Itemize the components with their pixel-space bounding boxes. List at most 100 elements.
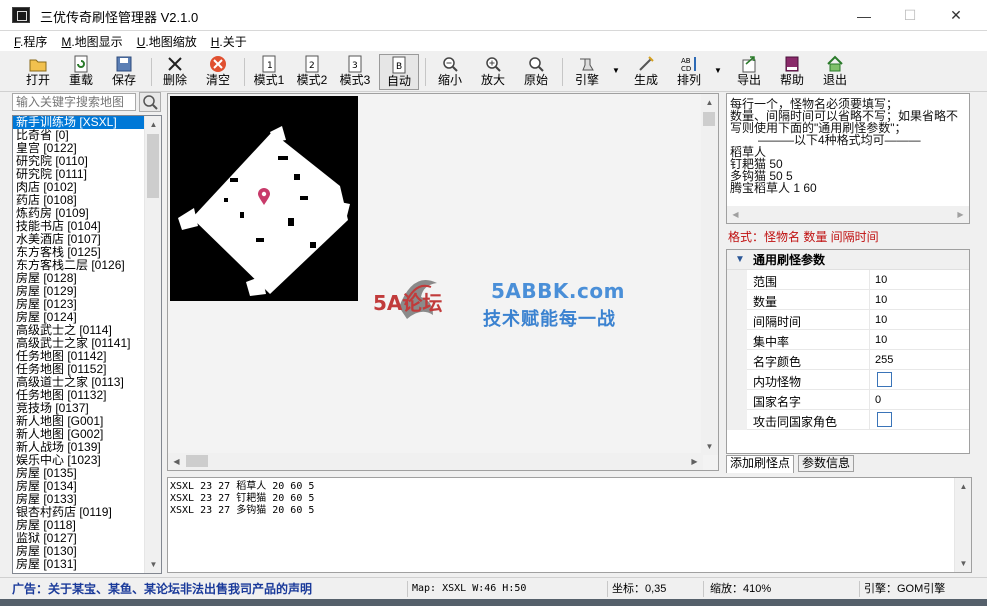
map-hscroll-thumb[interactable]	[186, 455, 208, 467]
map-list-item[interactable]: 肉店 [0102]	[13, 181, 146, 194]
map-list-item[interactable]: 药店 [0108]	[13, 194, 146, 207]
menu-program[interactable]: F.程序	[14, 33, 47, 50]
map-list-item[interactable]: 房屋 [0118]	[13, 519, 146, 532]
map-list-item[interactable]: 水美酒店 [0107]	[13, 233, 146, 246]
notes-scroll-right-icon[interactable]: ▶	[952, 206, 969, 223]
map-vscroll-thumb[interactable]	[703, 112, 715, 126]
search-button[interactable]	[139, 92, 161, 112]
notes-scroll-left-icon[interactable]: ◀	[727, 206, 744, 223]
menu-map-display[interactable]: M.地图显示	[61, 33, 122, 50]
zoom-out-button[interactable]: 缩小	[430, 54, 470, 90]
engine-dropdown-icon[interactable]: ▼	[612, 66, 622, 76]
map-list-item[interactable]: 高级武士之 [0114]	[13, 324, 146, 337]
map-list-item[interactable]: 任务地图 [01132]	[13, 389, 146, 402]
spawn-params-grid[interactable]: ▼ 通用刷怪参数 范围 10 数量 10 间隔时间 10 集中率 10 名字颜色 255 内功怪物国…	[726, 249, 970, 454]
param-checkbox[interactable]	[877, 372, 892, 387]
exit-button[interactable]: 退出	[815, 54, 855, 90]
collapse-chevron-icon[interactable]: ▼	[735, 250, 745, 270]
map-vertical-scrollbar[interactable]: ▲ ▼	[701, 94, 718, 455]
map-list-item[interactable]: 比奇省 [0]	[13, 129, 146, 142]
map-scroll-right-icon[interactable]: ▶	[686, 453, 703, 470]
param-row[interactable]: 数量 10	[727, 290, 969, 310]
open-button[interactable]: 打开	[18, 54, 58, 90]
param-checkbox[interactable]	[877, 412, 892, 427]
param-row[interactable]: 范围 10	[727, 270, 969, 290]
map-list-item[interactable]: 任务地图 [01142]	[13, 350, 146, 363]
map-list-item[interactable]: 房屋 [0130]	[13, 545, 146, 558]
map-scroll-up-icon[interactable]: ▲	[701, 94, 718, 111]
save-button[interactable]: 保存	[104, 54, 144, 90]
map-list-item[interactable]: 娱乐中心 [1023]	[13, 454, 146, 467]
map-list-item[interactable]: 新人地图 [G002]	[13, 428, 146, 441]
reload-button[interactable]: 重载	[61, 54, 101, 90]
mode2-button[interactable]: 2 模式2	[292, 54, 332, 90]
map-scroll-down-icon[interactable]: ▼	[701, 438, 718, 455]
map-list-item[interactable]: 房屋 [0135]	[13, 467, 146, 480]
map-thumbnail[interactable]	[170, 96, 358, 301]
output-scroll-down-icon[interactable]: ▼	[955, 555, 972, 572]
params-category[interactable]: ▼ 通用刷怪参数	[727, 250, 969, 270]
map-list-item[interactable]: 新手训练场 [XSXL]	[13, 116, 146, 129]
menu-about[interactable]: H.关于	[211, 33, 247, 50]
map-list-item[interactable]: 竞技场 [0137]	[13, 402, 146, 415]
auto-button[interactable]: B 自动	[379, 54, 419, 90]
scroll-down-icon[interactable]: ▼	[145, 556, 161, 573]
param-value[interactable]: 10	[875, 334, 887, 346]
scroll-up-icon[interactable]: ▲	[145, 116, 161, 133]
output-scrollbar[interactable]: ▲ ▼	[954, 478, 971, 572]
param-row[interactable]: 内功怪物	[727, 370, 969, 390]
param-row[interactable]: 国家名字 0	[727, 390, 969, 410]
map-list-item[interactable]: 东方客栈 [0125]	[13, 246, 146, 259]
map-list-item[interactable]: 房屋 [0128]	[13, 272, 146, 285]
map-search-input[interactable]	[12, 93, 136, 111]
mode3-button[interactable]: 3 模式3	[335, 54, 375, 90]
map-horizontal-scrollbar[interactable]: ◀ ▶	[168, 453, 703, 470]
scroll-thumb[interactable]	[147, 134, 159, 198]
map-list-item[interactable]: 高级道士之家 [0113]	[13, 376, 146, 389]
map-list-item[interactable]: 银杏村药店 [0119]	[13, 506, 146, 519]
spawn-notes-textarea[interactable]: 每行一个，怪物名必须要填写； 数量、间隔时间可以省略不写；如果省略不 写则使用下…	[726, 93, 970, 224]
map-list-item[interactable]: 技能书店 [0104]	[13, 220, 146, 233]
map-list-item[interactable]: 研究院 [0110]	[13, 155, 146, 168]
sort-dropdown-icon[interactable]: ▼	[714, 66, 724, 76]
original-size-button[interactable]: 原始	[516, 54, 556, 90]
zoom-in-button[interactable]: 放大	[473, 54, 513, 90]
generate-button[interactable]: 生成	[626, 54, 666, 90]
map-list[interactable]: 新手训练场 [XSXL] 比奇省 [0] 皇宫 [0122] 研究院 [0110] 研究…	[12, 115, 162, 574]
map-list-scrollbar[interactable]: ▲ ▼	[144, 116, 161, 573]
output-scroll-up-icon[interactable]: ▲	[955, 478, 972, 495]
map-list-item[interactable]: 房屋 [0123]	[13, 298, 146, 311]
map-list-item[interactable]: 高级武士之家 [01141]	[13, 337, 146, 350]
param-row[interactable]: 攻击同国家角色	[727, 410, 969, 430]
param-row[interactable]: 间隔时间 10	[727, 310, 969, 330]
minimize-button[interactable]: —	[841, 0, 887, 31]
param-value[interactable]: 255	[875, 354, 893, 366]
param-value[interactable]: 0	[875, 394, 881, 406]
map-list-item[interactable]: 新人战场 [0139]	[13, 441, 146, 454]
status-ad[interactable]: 广告：关于某宝、某鱼、某论坛非法出售我司产品的声明	[12, 581, 408, 597]
map-list-item[interactable]: 新人地图 [G001]	[13, 415, 146, 428]
tab-params-info[interactable]: 参数信息	[798, 455, 855, 472]
clear-button[interactable]: 清空	[198, 54, 238, 90]
map-list-item[interactable]: 房屋 [0124]	[13, 311, 146, 324]
delete-button[interactable]: 删除	[155, 54, 195, 90]
export-button[interactable]: 导出	[729, 54, 769, 90]
map-list-item[interactable]: 东方客栈二层 [0126]	[13, 259, 146, 272]
engine-button[interactable]: 引擎	[567, 54, 607, 90]
param-value[interactable]: 10	[875, 294, 887, 306]
param-value[interactable]: 10	[875, 314, 887, 326]
mode1-button[interactable]: 1 模式1	[249, 54, 289, 90]
map-scroll-left-icon[interactable]: ◀	[168, 453, 185, 470]
menu-map-zoom[interactable]: U.地图缩放	[137, 33, 197, 50]
param-value[interactable]: 10	[875, 274, 887, 286]
map-list-item[interactable]: 皇宫 [0122]	[13, 142, 146, 155]
tab-add-spawn[interactable]: 添加刷怪点	[726, 455, 795, 473]
map-list-item[interactable]: 房屋 [0134]	[13, 480, 146, 493]
sort-button[interactable]: AB CD 排列	[669, 54, 709, 90]
map-list-item[interactable]: 房屋 [0133]	[13, 493, 146, 506]
param-row[interactable]: 名字颜色 255	[727, 350, 969, 370]
map-list-item[interactable]: 炼药房 [0109]	[13, 207, 146, 220]
map-list-item[interactable]: 研究院 [0111]	[13, 168, 146, 181]
spawn-output-textarea[interactable]: XSXL 23 27 稻草人 20 60 5 XSXL 23 27 钉耙猫 20…	[167, 477, 972, 573]
map-list-item[interactable]: 任务地图 [01152]	[13, 363, 146, 376]
